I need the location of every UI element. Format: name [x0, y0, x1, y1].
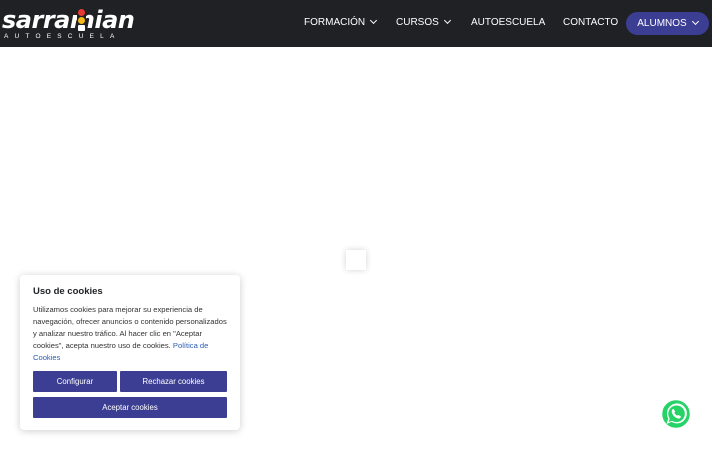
cookie-body: Utilizamos cookies para mejorar su exper…	[33, 304, 229, 364]
whatsapp-icon[interactable]	[660, 398, 692, 430]
nav-item-cursos[interactable]: CURSOS	[396, 16, 451, 29]
nav-item-formacion[interactable]: FORMACIÓN	[304, 16, 378, 29]
chevron-down-icon	[443, 16, 451, 25]
nav-item-label: CONTACTO	[563, 17, 619, 28]
nav-item-autoescuela[interactable]: AUTOESCUELA	[471, 17, 545, 29]
logo[interactable]: sarramian AUTOESCUELA	[2, 7, 135, 41]
alumnos-button[interactable]: ALUMNOS	[626, 12, 709, 35]
chevron-down-icon	[370, 16, 378, 25]
reject-cookies-button[interactable]: Rechazar cookies	[120, 371, 227, 392]
logo-subtitle: AUTOESCUELA	[4, 33, 121, 40]
nav-item-label: FORMACIÓN	[304, 17, 366, 28]
logo-text: sarramian	[2, 6, 135, 34]
cookie-title: Uso de cookies	[33, 286, 103, 297]
alumnos-label: ALUMNOS	[637, 18, 687, 29]
nav-item-label: CURSOS	[396, 17, 439, 28]
accept-cookies-button[interactable]: Aceptar cookies	[33, 397, 227, 418]
nav-item-label: AUTOESCUELA	[471, 17, 546, 28]
configure-cookies-button[interactable]: Configurar	[33, 371, 117, 392]
cookie-banner: Uso de cookies Utilizamos cookies para m…	[20, 275, 240, 430]
loading-spinner	[346, 250, 366, 270]
traffic-light-icon	[77, 9, 86, 31]
chevron-down-icon	[691, 17, 699, 26]
nav-item-contacto[interactable]: CONTACTO	[563, 17, 618, 29]
page: sarramian AUTOESCUELA FORMACIÓN CURSOS A…	[0, 0, 720, 450]
site-header: sarramian AUTOESCUELA FORMACIÓN CURSOS A…	[0, 0, 712, 47]
